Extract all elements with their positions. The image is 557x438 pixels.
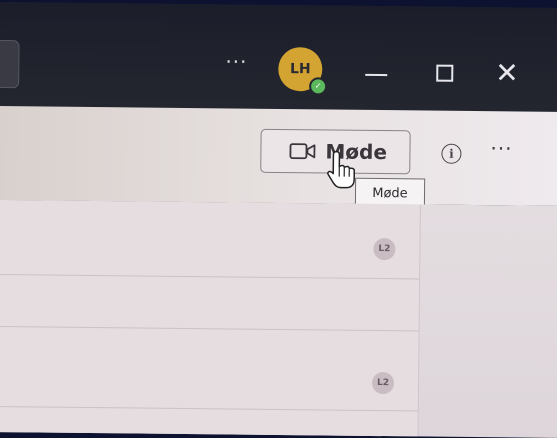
avatar-initials: LH <box>289 61 311 78</box>
video-camera-icon <box>289 143 316 160</box>
list-panel: L2 L2 <box>0 199 421 438</box>
user-badge-label: L2 <box>376 378 390 389</box>
presence-check: ✓ <box>314 81 322 91</box>
info-icon[interactable]: i <box>441 143 462 164</box>
more-options-icon[interactable]: ··· <box>225 49 247 73</box>
list-item[interactable] <box>0 325 419 412</box>
search-box[interactable] <box>0 39 20 89</box>
title-bar: ··· LH ✓ ✕ <box>0 2 557 113</box>
tooltip-text: Møde <box>372 185 408 201</box>
user-badge-label: L2 <box>378 244 391 255</box>
close-icon[interactable]: ✕ <box>495 56 519 89</box>
hand-cursor-icon <box>327 150 356 189</box>
list-item[interactable] <box>0 279 420 332</box>
teams-window: ··· LH ✓ ✕ Møde i ··· Møde L2 L2 <box>0 2 557 438</box>
presence-available-icon: ✓ <box>309 77 328 96</box>
user-badge: L2 <box>371 371 395 395</box>
user-badge: L2 <box>373 237 396 261</box>
channel-header: Møde i ··· Møde <box>0 105 557 209</box>
maximize-icon[interactable] <box>436 64 454 82</box>
info-glyph: i <box>449 146 454 161</box>
minimize-icon[interactable] <box>365 73 388 77</box>
list-item[interactable] <box>0 213 420 280</box>
header-more-options-icon[interactable]: ··· <box>490 136 512 160</box>
message-list: L2 L2 <box>0 199 557 438</box>
